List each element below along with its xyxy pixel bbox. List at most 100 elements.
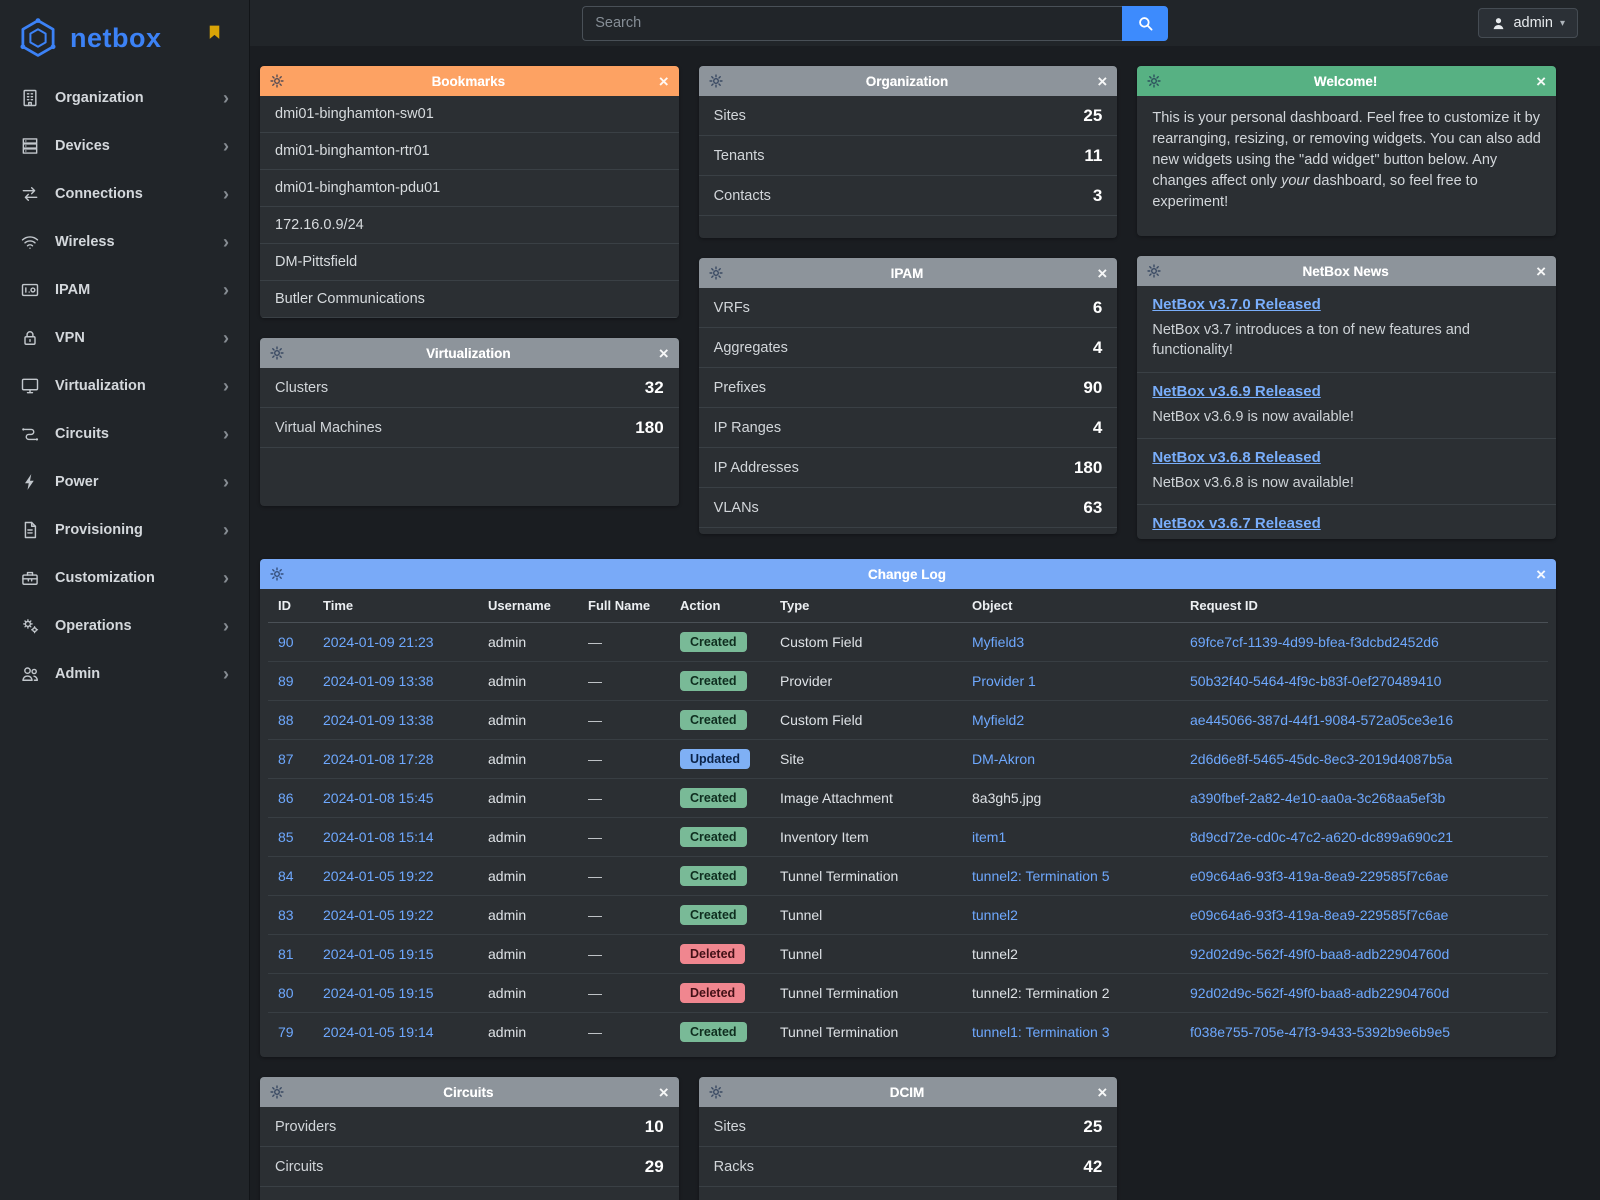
changelog-id-link[interactable]: 85 [278, 829, 294, 845]
close-icon[interactable]: × [1091, 1084, 1107, 1101]
gear-icon[interactable] [709, 1085, 723, 1099]
close-icon[interactable]: × [1091, 265, 1107, 282]
changelog-object-link[interactable]: Myfield3 [972, 634, 1024, 650]
changelog-object-link[interactable]: tunnel1: Termination 3 [972, 1024, 1110, 1040]
gear-icon[interactable] [270, 567, 284, 581]
close-icon[interactable]: × [1530, 566, 1546, 583]
close-icon[interactable]: × [1530, 263, 1546, 280]
changelog-id-link[interactable]: 80 [278, 985, 294, 1001]
changelog-request-id-link[interactable]: 8d9cd72e-cd0c-47c2-a620-dc899a690c21 [1190, 829, 1453, 845]
sidebar-item-organization[interactable]: Organization› [0, 74, 249, 122]
sidebar-item-connections[interactable]: Connections› [0, 170, 249, 218]
gear-icon[interactable] [270, 1085, 284, 1099]
changelog-object-link[interactable]: tunnel2: Termination 2 [972, 985, 1110, 1001]
changelog-object-link[interactable]: tunnel2: Termination 5 [972, 868, 1110, 884]
sidebar-item-provisioning[interactable]: Provisioning› [0, 506, 249, 554]
changelog-request-id-link[interactable]: e09c64a6-93f3-419a-8ea9-229585f7c6ae [1190, 868, 1448, 884]
gear-icon[interactable] [1147, 74, 1161, 88]
stat-value-link[interactable]: 3 [1093, 186, 1102, 206]
close-icon[interactable]: × [1530, 73, 1546, 90]
changelog-time-link[interactable]: 2024-01-05 19:15 [323, 985, 434, 1001]
changelog-time-link[interactable]: 2024-01-05 19:22 [323, 907, 434, 923]
sidebar-item-wireless[interactable]: Wireless› [0, 218, 249, 266]
stat-value-link[interactable]: 25 [1083, 106, 1102, 126]
user-menu-button[interactable]: admin ▾ [1478, 8, 1578, 38]
changelog-time-link[interactable]: 2024-01-05 19:22 [323, 868, 434, 884]
close-icon[interactable]: × [653, 1084, 669, 1101]
stat-value-link[interactable]: 42 [1083, 1157, 1102, 1177]
changelog-id-link[interactable]: 79 [278, 1024, 294, 1040]
changelog-request-id-link[interactable]: e09c64a6-93f3-419a-8ea9-229585f7c6ae [1190, 907, 1448, 923]
changelog-object-link[interactable]: DM-Akron [972, 751, 1035, 767]
search-button[interactable] [1122, 6, 1168, 41]
changelog-id-link[interactable]: 87 [278, 751, 294, 767]
changelog-object-link[interactable]: 8a3gh5.jpg [972, 790, 1041, 806]
changelog-time-link[interactable]: 2024-01-05 19:14 [323, 1024, 434, 1040]
changelog-time-link[interactable]: 2024-01-09 21:23 [323, 634, 434, 650]
changelog-object-link[interactable]: tunnel2 [972, 907, 1018, 923]
gear-icon[interactable] [709, 266, 723, 280]
stat-value-link[interactable]: 6 [1093, 298, 1102, 318]
stat-value-link[interactable]: 32 [645, 378, 664, 398]
changelog-time-link[interactable]: 2024-01-05 19:15 [323, 946, 434, 962]
sidebar-item-circuits[interactable]: Circuits› [0, 410, 249, 458]
bookmark-link[interactable]: dmi01-binghamton-sw01 [260, 96, 679, 133]
changelog-id-link[interactable]: 84 [278, 868, 294, 884]
brand[interactable]: netbox [0, 0, 249, 74]
bookmark-link[interactable]: Butler Communications [260, 281, 679, 318]
gear-icon[interactable] [709, 74, 723, 88]
changelog-id-link[interactable]: 88 [278, 712, 294, 728]
changelog-time-link[interactable]: 2024-01-08 15:45 [323, 790, 434, 806]
news-title-link[interactable]: NetBox v3.6.8 Released [1152, 449, 1320, 466]
changelog-time-link[interactable]: 2024-01-09 13:38 [323, 673, 434, 689]
stat-value-link[interactable]: 29 [645, 1157, 664, 1177]
close-icon[interactable]: × [653, 73, 669, 90]
bookmark-link[interactable]: 172.16.0.9/24 [260, 207, 679, 244]
changelog-id-link[interactable]: 81 [278, 946, 294, 962]
changelog-request-id-link[interactable]: 92d02d9c-562f-49f0-baa8-adb22904760d [1190, 946, 1449, 962]
changelog-time-link[interactable]: 2024-01-08 15:14 [323, 829, 434, 845]
stat-value-link[interactable]: 11 [1084, 146, 1102, 166]
changelog-request-id-link[interactable]: 92d02d9c-562f-49f0-baa8-adb22904760d [1190, 985, 1449, 1001]
news-title-link[interactable]: NetBox v3.7.0 Released [1152, 296, 1320, 313]
stat-value-link[interactable]: 180 [1074, 458, 1102, 478]
changelog-request-id-link[interactable]: ae445066-387d-44f1-9084-572a05ce3e16 [1190, 712, 1453, 728]
stat-value-link[interactable]: 10 [645, 1117, 664, 1137]
changelog-id-link[interactable]: 86 [278, 790, 294, 806]
changelog-request-id-link[interactable]: f038e755-705e-47f3-9433-5392b9e6b9e5 [1190, 1024, 1450, 1040]
gear-icon[interactable] [1147, 264, 1161, 278]
stat-value-link[interactable]: 63 [1083, 498, 1102, 518]
gear-icon[interactable] [270, 346, 284, 360]
stat-value-link[interactable]: 180 [635, 418, 663, 438]
gear-icon[interactable] [270, 74, 284, 88]
changelog-request-id-link[interactable]: 69fce7cf-1139-4d99-bfea-f3dcbd2452d6 [1190, 634, 1439, 650]
sidebar-item-customization[interactable]: Customization› [0, 554, 249, 602]
sidebar-pin-icon[interactable] [206, 24, 223, 41]
changelog-id-link[interactable]: 90 [278, 634, 294, 650]
changelog-request-id-link[interactable]: 50b32f40-5464-4f9c-b83f-0ef270489410 [1190, 673, 1441, 689]
news-title-link[interactable]: NetBox v3.6.9 Released [1152, 383, 1320, 400]
close-icon[interactable]: × [1091, 73, 1107, 90]
close-icon[interactable]: × [653, 345, 669, 362]
bookmark-link[interactable]: DM-Pittsfield [260, 244, 679, 281]
sidebar-item-ipam[interactable]: IPAM› [0, 266, 249, 314]
sidebar-item-operations[interactable]: Operations› [0, 602, 249, 650]
changelog-request-id-link[interactable]: 2d6d6e8f-5465-45dc-8ec3-2019d4087b5a [1190, 751, 1452, 767]
sidebar-item-vpn[interactable]: VPN› [0, 314, 249, 362]
search-input[interactable] [582, 6, 1122, 41]
bookmark-link[interactable]: dmi01-binghamton-rtr01 [260, 133, 679, 170]
stat-value-link[interactable]: 25 [1083, 1117, 1102, 1137]
stat-value-link[interactable]: 4 [1093, 418, 1102, 438]
changelog-object-link[interactable]: Myfield2 [972, 712, 1024, 728]
changelog-object-link[interactable]: item1 [972, 829, 1006, 845]
changelog-object-link[interactable]: tunnel2 [972, 946, 1018, 962]
sidebar-item-devices[interactable]: Devices› [0, 122, 249, 170]
bookmark-link[interactable]: dmi01-binghamton-pdu01 [260, 170, 679, 207]
changelog-time-link[interactable]: 2024-01-09 13:38 [323, 712, 434, 728]
stat-value-link[interactable]: 4 [1093, 338, 1102, 358]
sidebar-item-power[interactable]: Power› [0, 458, 249, 506]
changelog-object-link[interactable]: Provider 1 [972, 673, 1036, 689]
changelog-id-link[interactable]: 89 [278, 673, 294, 689]
changelog-request-id-link[interactable]: a390fbef-2a82-4e10-aa0a-3c268aa5ef3b [1190, 790, 1445, 806]
sidebar-item-virtualization[interactable]: Virtualization› [0, 362, 249, 410]
